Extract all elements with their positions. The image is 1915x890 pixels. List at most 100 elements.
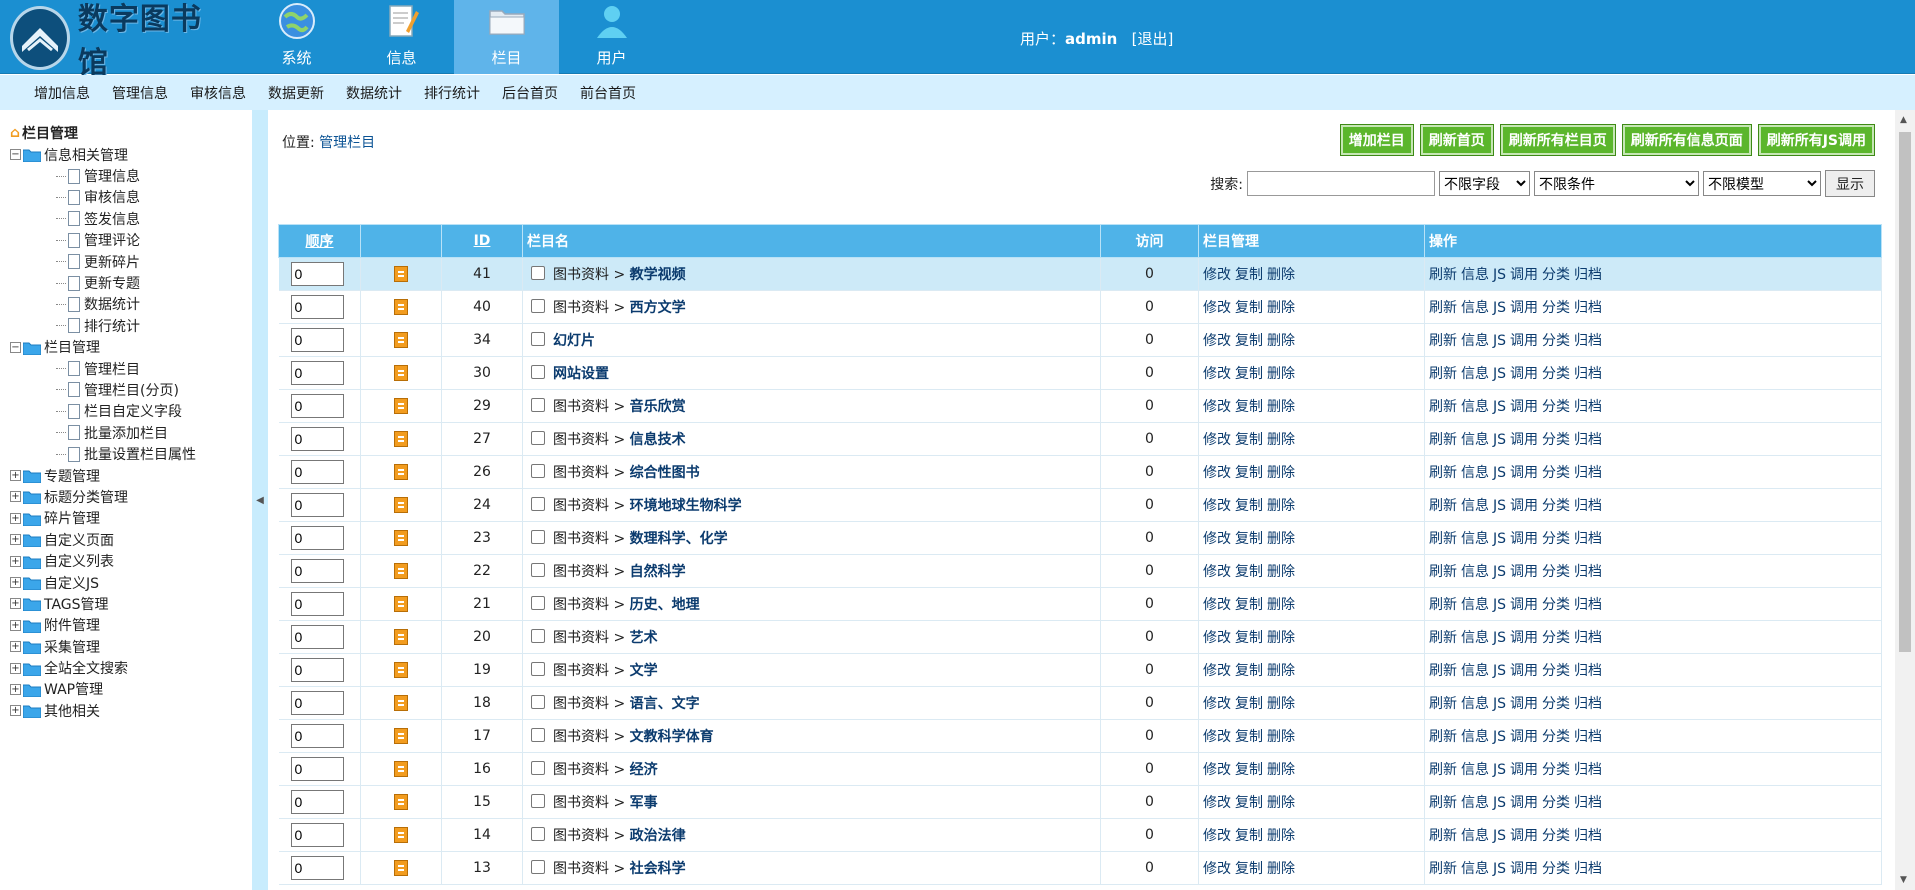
manage-link[interactable]: 修改 — [1203, 663, 1231, 679]
op-link[interactable]: 信息 — [1461, 663, 1489, 679]
tree-item[interactable]: 栏目自定义字段 — [10, 401, 252, 422]
op-link[interactable]: 分类 — [1542, 729, 1570, 745]
op-link[interactable]: JS — [1493, 795, 1506, 811]
tree-item[interactable]: 更新碎片 — [10, 251, 252, 272]
op-link[interactable]: 调用 — [1510, 333, 1538, 349]
manage-link[interactable]: 删除 — [1267, 531, 1295, 547]
manage-link[interactable]: 修改 — [1203, 729, 1231, 745]
nav-user[interactable]: 用户 — [559, 0, 664, 74]
op-link[interactable]: 分类 — [1542, 861, 1570, 877]
tree-item[interactable]: 审核信息 — [10, 187, 252, 208]
op-link[interactable]: 刷新 — [1429, 333, 1457, 349]
op-link[interactable]: 信息 — [1461, 696, 1489, 712]
op-link[interactable]: 刷新 — [1429, 300, 1457, 316]
tree-group[interactable]: + 自定义页面 — [10, 529, 252, 550]
parent-column-link[interactable]: 图书资料 — [553, 564, 609, 580]
op-link[interactable]: 调用 — [1510, 531, 1538, 547]
column-name-link[interactable]: 西方文学 — [630, 300, 686, 316]
header-id[interactable]: ID — [441, 224, 523, 258]
sidebar-splitter[interactable]: ◀ — [252, 110, 268, 890]
tree-group[interactable]: + 碎片管理 — [10, 508, 252, 529]
column-file-icon[interactable] — [394, 266, 408, 282]
order-input[interactable] — [290, 493, 344, 517]
op-link[interactable]: 信息 — [1461, 465, 1489, 481]
expand-icon[interactable]: + — [10, 705, 21, 717]
op-link[interactable]: JS — [1493, 531, 1506, 547]
manage-link[interactable]: 复制 — [1235, 531, 1263, 547]
subnav-data-update[interactable]: 数据更新 — [268, 83, 324, 103]
op-link[interactable]: JS — [1493, 630, 1506, 646]
op-link[interactable]: 归档 — [1574, 630, 1602, 646]
op-link[interactable]: 调用 — [1510, 795, 1538, 811]
tree-group[interactable]: − 信息相关管理 — [10, 144, 252, 165]
tree-group[interactable]: + 自定义列表 — [10, 550, 252, 571]
refresh-all-info-button[interactable]: 刷新所有信息页面 — [1621, 124, 1752, 156]
manage-link[interactable]: 修改 — [1203, 696, 1231, 712]
op-link[interactable]: 归档 — [1574, 366, 1602, 382]
op-link[interactable]: 归档 — [1574, 597, 1602, 613]
parent-column-link[interactable]: 图书资料 — [553, 531, 609, 547]
order-input[interactable] — [290, 757, 344, 781]
manage-link[interactable]: 复制 — [1235, 663, 1263, 679]
op-link[interactable]: 分类 — [1542, 696, 1570, 712]
parent-column-link[interactable]: 图书资料 — [553, 267, 609, 283]
column-file-icon[interactable] — [394, 365, 408, 381]
tree-group[interactable]: + WAP管理 — [10, 679, 252, 700]
nav-info[interactable]: 信息 — [349, 0, 454, 74]
tree-item[interactable]: 更新专题 — [10, 272, 252, 293]
parent-column-link[interactable]: 图书资料 — [553, 399, 609, 415]
manage-link[interactable]: 删除 — [1267, 498, 1295, 514]
expand-icon[interactable]: + — [10, 577, 21, 588]
order-input[interactable] — [290, 427, 344, 451]
column-name-link[interactable]: 音乐欣赏 — [630, 399, 686, 415]
op-link[interactable]: JS — [1493, 267, 1506, 283]
manage-link[interactable]: 复制 — [1235, 432, 1263, 448]
manage-link[interactable]: 修改 — [1203, 630, 1231, 646]
tree-root[interactable]: ⌂ 栏目管理 — [10, 122, 252, 144]
parent-column-link[interactable]: 图书资料 — [553, 498, 609, 514]
column-file-icon[interactable] — [394, 299, 408, 315]
parent-column-link[interactable]: 图书资料 — [553, 828, 609, 844]
order-input[interactable] — [290, 691, 344, 715]
column-file-icon[interactable] — [394, 431, 408, 447]
op-link[interactable]: 信息 — [1461, 762, 1489, 778]
order-input[interactable] — [290, 658, 344, 682]
parent-column-link[interactable]: 图书资料 — [553, 300, 609, 316]
column-file-icon[interactable] — [394, 860, 408, 876]
tree-item[interactable]: 管理评论 — [10, 230, 252, 251]
scroll-up-icon[interactable]: ▲ — [1900, 115, 1907, 125]
order-input[interactable] — [290, 559, 344, 583]
tree-item[interactable]: 批量添加栏目 — [10, 422, 252, 443]
column-file-icon[interactable] — [394, 497, 408, 513]
op-link[interactable]: 调用 — [1510, 300, 1538, 316]
manage-link[interactable]: 复制 — [1235, 597, 1263, 613]
column-name-link[interactable]: 文学 — [630, 663, 658, 679]
order-input[interactable] — [290, 724, 344, 748]
column-file-icon[interactable] — [394, 761, 408, 777]
op-link[interactable]: 调用 — [1510, 399, 1538, 415]
op-link[interactable]: 分类 — [1542, 498, 1570, 514]
op-link[interactable]: 分类 — [1542, 564, 1570, 580]
search-input[interactable] — [1247, 171, 1435, 196]
parent-column-link[interactable]: 图书资料 — [553, 861, 609, 877]
parent-column-link[interactable]: 图书资料 — [553, 432, 609, 448]
manage-link[interactable]: 删除 — [1267, 696, 1295, 712]
row-checkbox[interactable] — [531, 596, 545, 610]
refresh-all-columns-button[interactable]: 刷新所有栏目页 — [1499, 124, 1616, 156]
manage-link[interactable]: 删除 — [1267, 300, 1295, 316]
op-link[interactable]: 信息 — [1461, 432, 1489, 448]
order-input[interactable] — [290, 262, 344, 286]
column-name-link[interactable]: 网站设置 — [553, 366, 609, 382]
row-checkbox[interactable] — [531, 464, 545, 478]
column-name-link[interactable]: 综合性图书 — [630, 465, 700, 481]
op-link[interactable]: JS — [1493, 300, 1506, 316]
manage-link[interactable]: 删除 — [1267, 663, 1295, 679]
tree-group[interactable]: + 其他相关 — [10, 700, 252, 721]
expand-icon[interactable]: + — [10, 641, 21, 653]
manage-link[interactable]: 删除 — [1267, 465, 1295, 481]
op-link[interactable]: 调用 — [1510, 465, 1538, 481]
column-file-icon[interactable] — [394, 530, 408, 546]
manage-link[interactable]: 删除 — [1267, 333, 1295, 349]
manage-link[interactable]: 删除 — [1267, 564, 1295, 580]
op-link[interactable]: 信息 — [1461, 630, 1489, 646]
